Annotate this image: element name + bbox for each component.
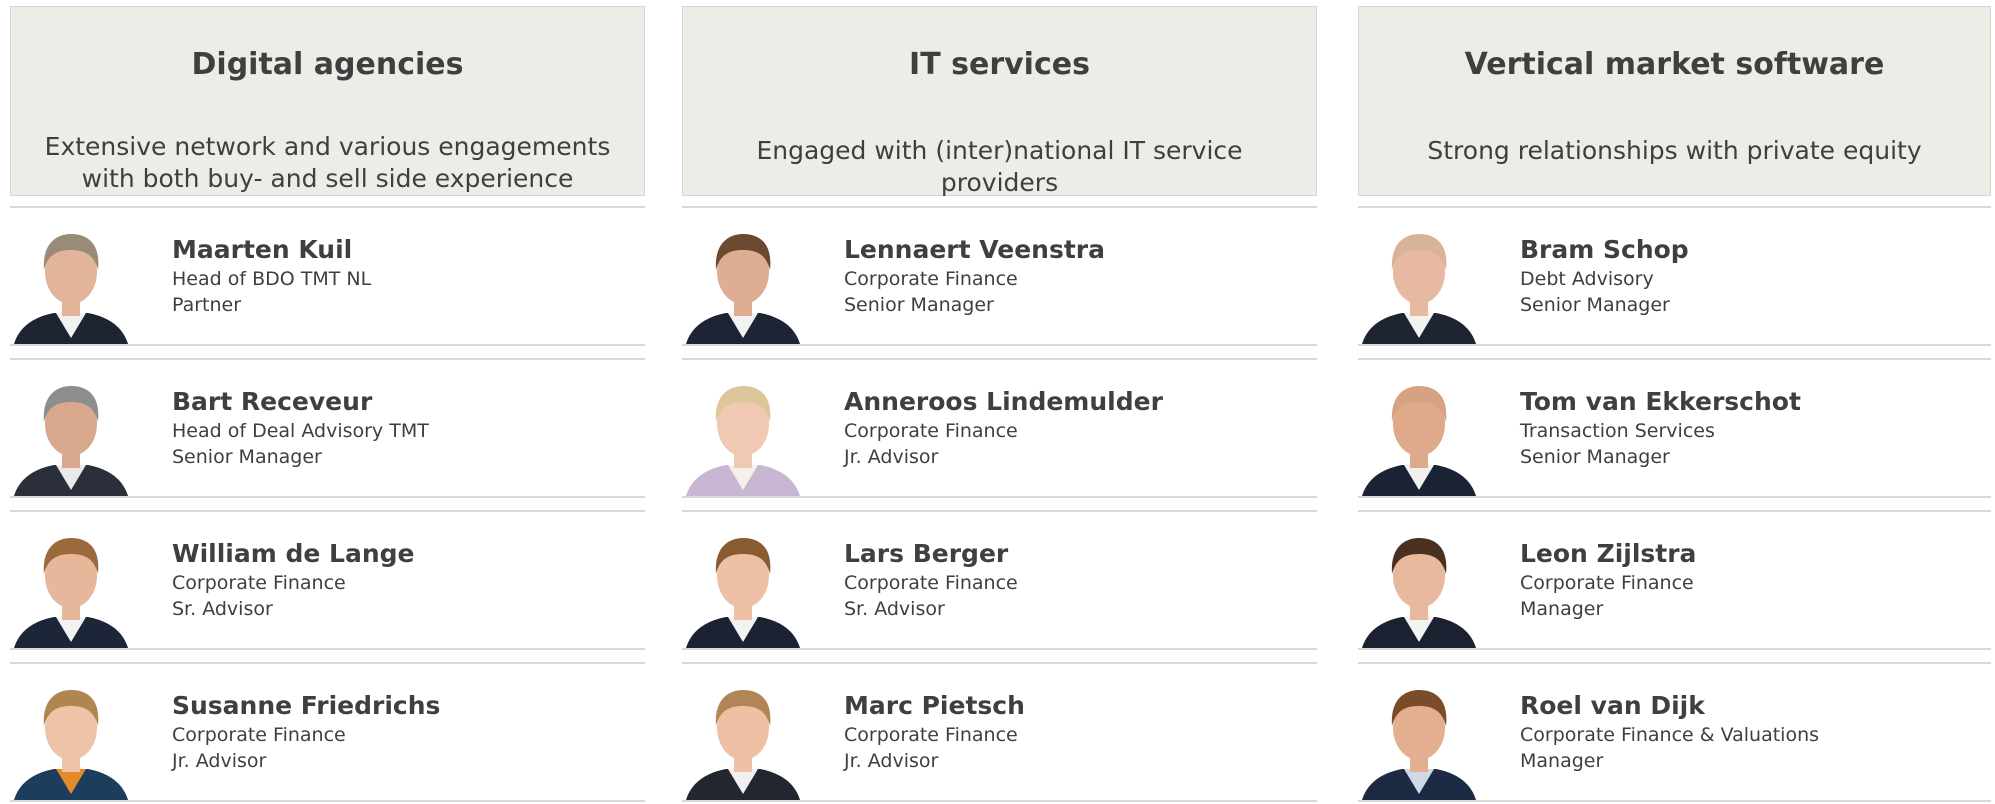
person-info: William de Lange Corporate Finance Sr. Adv… xyxy=(172,538,414,622)
person-name: Roel van Dijk xyxy=(1520,691,1705,720)
person-photo xyxy=(1360,524,1478,648)
portrait-illustration xyxy=(14,386,128,496)
person-name: Tom van Ekkerschot xyxy=(1520,387,1801,416)
person-card: Lars Berger Corporate Finance Sr. Advisor xyxy=(682,510,1317,650)
person-department: Corporate Finance xyxy=(172,724,346,746)
portrait-illustration xyxy=(686,386,800,496)
person-role: Senior Manager xyxy=(844,294,994,316)
person-info: Maarten Kuil Head of BDO TMT NL Partner xyxy=(172,234,371,318)
portrait-illustration xyxy=(1362,234,1476,344)
person-name: Lennaert Veenstra xyxy=(844,235,1106,264)
person-name: Bart Receveur xyxy=(172,387,373,416)
portrait-illustration xyxy=(686,538,800,648)
person-role: Senior Manager xyxy=(1520,446,1670,468)
person-info: Anneroos Lindemulder Corporate Finance Jr.… xyxy=(844,386,1163,470)
person-photo xyxy=(1360,676,1478,800)
person-department: Debt Advisory xyxy=(1520,268,1654,290)
person-photo xyxy=(684,372,802,496)
person-name: Anneroos Lindemulder xyxy=(844,387,1163,416)
person-role: Jr. Advisor xyxy=(844,446,939,468)
column-title: Vertical market software xyxy=(1464,47,1885,82)
portrait-illustration xyxy=(686,690,800,800)
person-card: Bram Schop Debt Advisory Senior Manager xyxy=(1358,206,1991,346)
person-info: Marc Pietsch Corporate Finance Jr. Advisor xyxy=(844,690,1025,774)
person-card: Bart Receveur Head of Deal Advisory TMT Se… xyxy=(10,358,645,498)
person-info: Leon Zijlstra Corporate Finance Manager xyxy=(1520,538,1696,622)
person-card: Maarten Kuil Head of BDO TMT NL Partner xyxy=(10,206,645,346)
person-department: Corporate Finance xyxy=(172,572,346,594)
person-photo xyxy=(684,676,802,800)
person-department: Corporate Finance xyxy=(844,420,1018,442)
person-photo xyxy=(1360,372,1478,496)
person-info: Bram Schop Debt Advisory Senior Manager xyxy=(1520,234,1689,318)
person-photo xyxy=(684,524,802,648)
column-subtitle: Strong relationships with private equity xyxy=(1427,136,1922,165)
person-photo xyxy=(1360,220,1478,344)
person-department: Head of BDO TMT NL xyxy=(172,268,372,290)
person-card: William de Lange Corporate Finance Sr. Adv… xyxy=(10,510,645,650)
person-department: Corporate Finance xyxy=(844,724,1018,746)
person-name: Maarten Kuil xyxy=(172,235,353,264)
person-photo xyxy=(12,220,130,344)
person-department: Corporate Finance & Valuations xyxy=(1520,724,1820,746)
person-card: Lennaert Veenstra Corporate Finance Senior… xyxy=(682,206,1317,346)
person-photo xyxy=(12,524,130,648)
person-photo xyxy=(684,220,802,344)
column-header: Vertical market software Strong relation… xyxy=(1358,6,1991,196)
person-role: Manager xyxy=(1520,598,1604,620)
person-name: Lars Berger xyxy=(844,539,1009,568)
person-role: Jr. Advisor xyxy=(172,750,267,772)
person-department: Head of Deal Advisory TMT xyxy=(172,420,429,442)
column-title: IT services xyxy=(909,47,1090,82)
person-photo xyxy=(12,372,130,496)
column-title: Digital agencies xyxy=(191,47,464,82)
person-role: Partner xyxy=(172,294,242,316)
person-name: Leon Zijlstra xyxy=(1520,539,1697,568)
portrait-illustration xyxy=(14,234,128,344)
person-role: Manager xyxy=(1520,750,1604,772)
person-card: Marc Pietsch Corporate Finance Jr. Advisor xyxy=(682,662,1317,802)
person-info: Roel van Dijk Corporate Finance & Valuati… xyxy=(1520,690,1819,774)
person-info: Lars Berger Corporate Finance Sr. Advisor xyxy=(844,538,1018,622)
portrait-illustration xyxy=(1362,538,1476,648)
person-card: Tom van Ekkerschot Transaction Services Se… xyxy=(1358,358,1991,498)
person-department: Transaction Services xyxy=(1520,420,1715,442)
person-role: Senior Manager xyxy=(172,446,322,468)
person-card: Susanne Friedrichs Corporate Finance Jr. A… xyxy=(10,662,645,802)
column-header: IT services Engaged with (inter)national… xyxy=(682,6,1317,197)
portrait-illustration xyxy=(14,690,128,800)
person-role: Sr. Advisor xyxy=(172,598,273,620)
person-department: Corporate Finance xyxy=(844,572,1018,594)
person-card: Anneroos Lindemulder Corporate Finance Jr.… xyxy=(682,358,1317,498)
person-department: Corporate Finance xyxy=(844,268,1018,290)
column-subtitle: Extensive network and various engagement… xyxy=(44,132,611,193)
person-name: Marc Pietsch xyxy=(844,691,1025,720)
person-card: Roel van Dijk Corporate Finance & Valuati… xyxy=(1358,662,1991,802)
person-info: Tom van Ekkerschot Transaction Services Se… xyxy=(1520,386,1801,470)
person-name: Bram Schop xyxy=(1520,235,1689,264)
portrait-illustration xyxy=(686,234,800,344)
column-subtitle: Engaged with (inter)national IT service … xyxy=(756,136,1243,197)
person-info: Lennaert Veenstra Corporate Finance Senior… xyxy=(844,234,1105,318)
person-name: William de Lange xyxy=(172,539,415,568)
person-department: Corporate Finance xyxy=(1520,572,1694,594)
person-photo xyxy=(12,676,130,800)
person-role: Jr. Advisor xyxy=(844,750,939,772)
person-role: Sr. Advisor xyxy=(844,598,945,620)
person-name: Susanne Friedrichs xyxy=(172,691,441,720)
person-info: Susanne Friedrichs Corporate Finance Jr. A… xyxy=(172,690,440,774)
portrait-illustration xyxy=(1362,690,1476,800)
person-role: Senior Manager xyxy=(1520,294,1670,316)
column-header: Digital agencies Extensive network and v… xyxy=(10,6,645,196)
person-card: Leon Zijlstra Corporate Finance Manager xyxy=(1358,510,1991,650)
portrait-illustration xyxy=(14,538,128,648)
person-info: Bart Receveur Head of Deal Advisory TMT Se… xyxy=(172,386,429,470)
portrait-illustration xyxy=(1362,386,1476,496)
